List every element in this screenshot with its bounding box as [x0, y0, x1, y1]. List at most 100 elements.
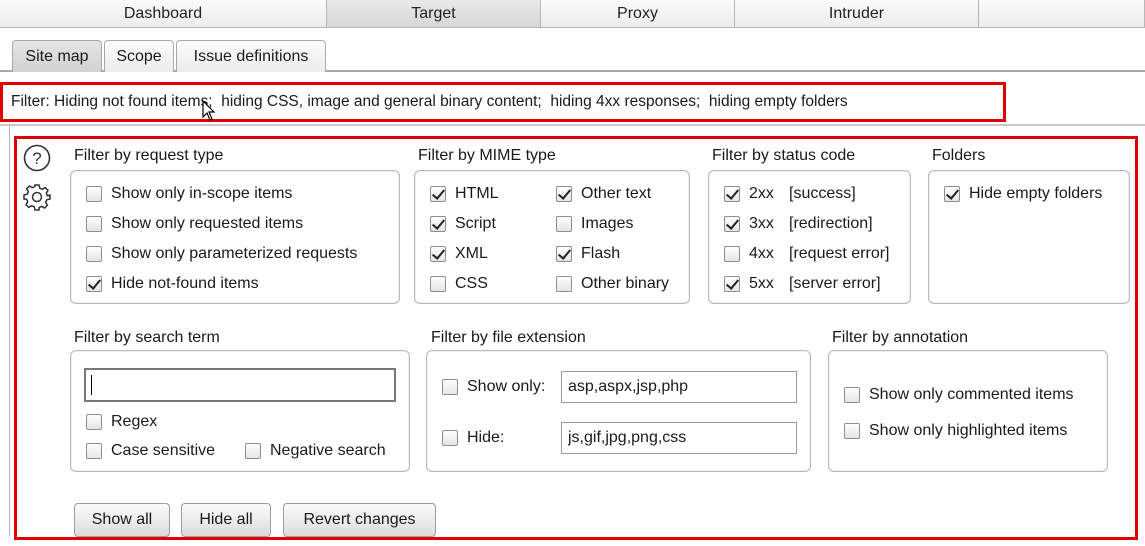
checkbox-label: Other binary	[581, 275, 670, 292]
negative-search-checkbox[interactable]: Negative search	[245, 442, 386, 460]
checkbox-label: Show only parameterized requests	[111, 245, 358, 262]
tab-scope[interactable]: Scope	[104, 40, 174, 72]
mime-html-checkbox[interactable]: HTML	[430, 185, 499, 203]
highlighted-items-checkbox[interactable]: Show only highlighted items	[844, 422, 1067, 440]
status-code-desc: [server error]	[789, 275, 881, 292]
checkbox[interactable]	[556, 216, 572, 232]
status-code-desc: [redirection]	[789, 215, 873, 232]
filter-summary-bar[interactable]: Filter: Hiding not found items; hiding C…	[0, 82, 1006, 122]
checkbox[interactable]	[844, 423, 860, 439]
checkbox-label: XML	[455, 245, 488, 262]
text-caret	[91, 375, 92, 395]
annotation-group	[828, 350, 1108, 472]
tab-issue-definitions[interactable]: Issue definitions	[176, 40, 326, 72]
status-code-label: 3xx	[749, 215, 774, 232]
checkbox[interactable]	[724, 246, 740, 262]
show-only-extension-input[interactable]	[561, 371, 797, 403]
help-icon[interactable]: ?	[23, 144, 51, 172]
status-2xx-checkbox[interactable]: 2xx [success]	[724, 185, 856, 203]
in-scope-checkbox[interactable]: Show only in-scope items	[86, 185, 292, 203]
mime-script-checkbox[interactable]: Script	[430, 215, 496, 233]
checkbox-label: Show only requested items	[111, 215, 304, 232]
filter-summary-text: Filter: Hiding not found items; hiding C…	[11, 93, 848, 110]
hide-extension-checkbox[interactable]: Hide:	[442, 429, 504, 447]
checkbox[interactable]	[556, 186, 572, 202]
tab-target[interactable]: Target	[327, 0, 541, 28]
status-5xx-checkbox[interactable]: 5xx [server error]	[724, 275, 881, 293]
checkbox[interactable]	[556, 246, 572, 262]
regex-checkbox[interactable]: Regex	[86, 413, 157, 431]
parameterized-checkbox[interactable]: Show only parameterized requests	[86, 245, 357, 263]
checkbox[interactable]	[86, 216, 102, 232]
checkbox-label: Show only commented items	[869, 386, 1074, 403]
status-code-label: 2xx	[749, 185, 774, 202]
divider	[0, 124, 1145, 126]
status-3xx-checkbox[interactable]: 3xx [redirection]	[724, 215, 873, 233]
case-sensitive-checkbox[interactable]: Case sensitive	[86, 442, 215, 460]
hide-empty-folders-checkbox[interactable]: Hide empty folders	[944, 185, 1102, 203]
tab-overflow	[979, 0, 1145, 28]
checkbox[interactable]	[724, 186, 740, 202]
requested-items-checkbox[interactable]: Show only requested items	[86, 215, 303, 233]
status-code-title: Filter by status code	[712, 147, 856, 164]
checkbox-label: Negative search	[270, 442, 386, 459]
tab-dashboard[interactable]: Dashboard	[0, 0, 327, 28]
checkbox-label: Show only highlighted items	[869, 422, 1068, 439]
checkbox[interactable]	[844, 387, 860, 403]
checkbox[interactable]	[86, 443, 102, 459]
svg-text:?: ?	[32, 149, 41, 168]
checkbox[interactable]	[245, 443, 261, 459]
status-code-label: 4xx	[749, 245, 774, 262]
status-code-label: 5xx	[749, 275, 774, 292]
target-sub-tab-bar: Site map Scope Issue definitions	[0, 28, 1145, 72]
request-type-title: Filter by request type	[74, 147, 224, 164]
search-term-input[interactable]	[84, 368, 396, 402]
annotation-title: Filter by annotation	[832, 329, 969, 346]
checkbox-label: Hide not-found items	[111, 275, 259, 292]
mime-css-checkbox[interactable]: CSS	[430, 275, 488, 293]
mime-type-title: Filter by MIME type	[418, 147, 556, 164]
commented-items-checkbox[interactable]: Show only commented items	[844, 386, 1074, 404]
mime-xml-checkbox[interactable]: XML	[430, 245, 488, 263]
search-term-title: Filter by search term	[74, 329, 220, 346]
checkbox-label: Show only:	[467, 378, 546, 395]
status-4xx-checkbox[interactable]: 4xx [request error]	[724, 245, 889, 263]
checkbox[interactable]	[86, 246, 102, 262]
checkbox-label: Regex	[111, 413, 158, 430]
checkbox[interactable]	[430, 246, 446, 262]
checkbox-label: Script	[455, 215, 496, 232]
tab-intruder[interactable]: Intruder	[735, 0, 979, 28]
checkbox-label: Hide:	[467, 429, 505, 446]
checkbox[interactable]	[442, 379, 458, 395]
hide-all-button[interactable]: Hide all	[181, 503, 271, 537]
checkbox[interactable]	[86, 186, 102, 202]
tab-proxy[interactable]: Proxy	[541, 0, 735, 28]
hide-extension-input[interactable]	[561, 422, 797, 454]
mime-images-checkbox[interactable]: Images	[556, 215, 633, 233]
checkbox[interactable]	[724, 276, 740, 292]
checkbox[interactable]	[724, 216, 740, 232]
checkbox[interactable]	[430, 186, 446, 202]
mime-other-binary-checkbox[interactable]: Other binary	[556, 275, 669, 293]
show-all-button[interactable]: Show all	[74, 503, 170, 537]
show-only-extension-checkbox[interactable]: Show only:	[442, 378, 545, 396]
checkbox[interactable]	[430, 276, 446, 292]
mouse-cursor-icon	[202, 100, 216, 121]
folders-title: Folders	[932, 147, 986, 164]
mime-flash-checkbox[interactable]: Flash	[556, 245, 620, 263]
revert-changes-button[interactable]: Revert changes	[283, 503, 436, 537]
status-code-desc: [request error]	[789, 245, 890, 262]
mime-other-text-checkbox[interactable]: Other text	[556, 185, 651, 203]
checkbox[interactable]	[86, 414, 102, 430]
checkbox[interactable]	[430, 216, 446, 232]
checkbox[interactable]	[442, 430, 458, 446]
hide-not-found-checkbox[interactable]: Hide not-found items	[86, 275, 259, 293]
checkbox[interactable]	[86, 276, 102, 292]
checkbox[interactable]	[944, 186, 960, 202]
checkbox-label: Case sensitive	[111, 442, 216, 459]
gear-icon[interactable]	[22, 182, 52, 212]
tab-site-map[interactable]: Site map	[12, 40, 102, 72]
checkbox[interactable]	[556, 276, 572, 292]
checkbox-label: Other text	[581, 185, 652, 202]
checkbox-label: Hide empty folders	[969, 185, 1103, 202]
